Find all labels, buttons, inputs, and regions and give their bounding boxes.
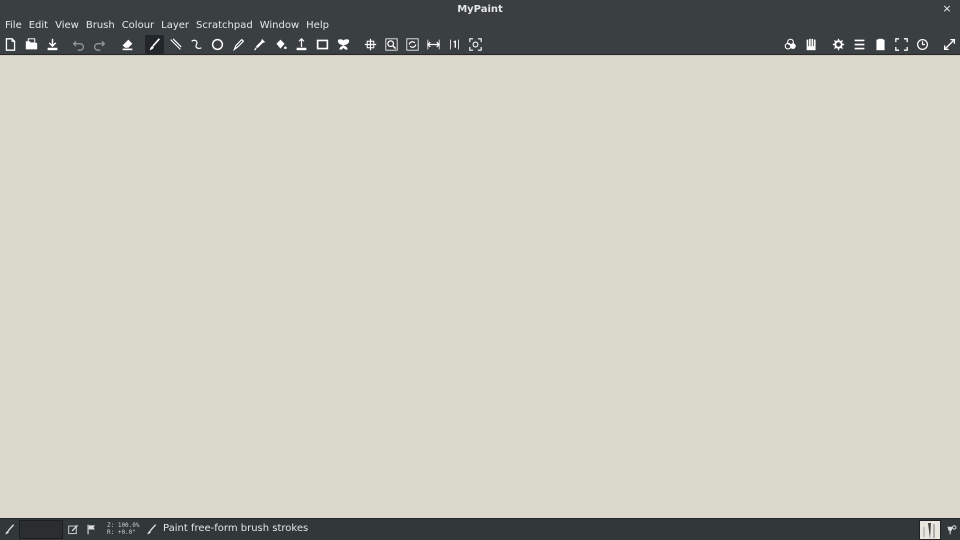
history-icon — [917, 39, 928, 50]
save-document-icon — [47, 38, 58, 51]
symmetry-button[interactable] — [334, 35, 353, 54]
undo-icon — [72, 40, 84, 51]
eraser-icon — [122, 39, 133, 51]
brush-history-icon — [946, 524, 956, 534]
fullscreen-icon — [895, 38, 908, 51]
connected-lines-button[interactable] — [187, 35, 206, 54]
menu-brush[interactable]: Brush — [83, 18, 118, 34]
menu-edit[interactable]: Edit — [26, 18, 51, 34]
rotation-level: R: +0.0° — [107, 529, 136, 536]
menu-layer[interactable]: Layer — [158, 18, 192, 34]
fit-view-button[interactable] — [466, 35, 485, 54]
redo-button[interactable] — [90, 35, 109, 54]
lines-curves-button[interactable] — [166, 35, 185, 54]
menu-colour[interactable]: Colour — [119, 18, 157, 34]
layer-move-button[interactable] — [292, 35, 311, 54]
symmetry-icon — [337, 39, 350, 50]
edit-icon — [67, 524, 78, 534]
pan-view-button[interactable] — [361, 35, 380, 54]
flip-view-button[interactable] — [424, 35, 443, 54]
pencil-brush-icon — [923, 523, 935, 539]
brush-groups-icon — [806, 38, 816, 51]
layer-move-icon — [296, 38, 307, 51]
settings-gear-icon — [832, 38, 845, 51]
scratchpad-icon — [876, 38, 885, 51]
zoom-view-button[interactable] — [382, 35, 401, 54]
flood-fill-button[interactable] — [271, 35, 290, 54]
flip-icon — [427, 39, 440, 50]
fullscreen-button[interactable] — [892, 35, 911, 54]
new-document-button[interactable] — [1, 35, 20, 54]
brush-settings-button[interactable] — [84, 522, 98, 536]
freehand-brush-button[interactable] — [145, 35, 164, 54]
current-brush-button[interactable] — [2, 522, 16, 536]
rotate-view-button[interactable] — [403, 35, 422, 54]
brush-icon — [4, 523, 14, 534]
title-bar: MyPaint × — [0, 0, 960, 18]
status-bar: Z: 100.0% R: +0.0° Paint free-form brush… — [0, 518, 960, 540]
close-button[interactable]: × — [940, 2, 954, 16]
colour-picker-button[interactable] — [250, 35, 269, 54]
flag-icon — [87, 524, 95, 534]
zoom-icon — [385, 38, 398, 51]
expand-button[interactable] — [940, 35, 959, 54]
save-document-button[interactable] — [43, 35, 62, 54]
menu-file[interactable]: File — [2, 18, 25, 34]
edit-brush-button[interactable] — [66, 522, 80, 536]
drawing-canvas[interactable] — [0, 55, 960, 518]
brush-icon — [146, 523, 156, 534]
new-document-icon — [5, 38, 16, 51]
inking-icon — [233, 38, 245, 51]
connected-lines-icon — [191, 39, 202, 49]
status-message: Paint free-form brush strokes — [163, 523, 309, 534]
undo-button[interactable] — [69, 35, 88, 54]
rotate-icon — [406, 38, 419, 51]
colour-palette-button[interactable] — [781, 35, 800, 54]
menu-view[interactable]: View — [52, 18, 82, 34]
expand-icon — [943, 38, 956, 51]
frame-icon — [316, 39, 329, 50]
zoom-level: Z: 100.0% — [107, 522, 140, 529]
freehand-brush-icon — [149, 38, 160, 51]
flood-fill-icon — [276, 39, 287, 50]
lines-curves-icon — [170, 38, 182, 50]
menu-bar: File Edit View Brush Colour Layer Scratc… — [0, 18, 960, 34]
open-document-icon — [25, 38, 38, 50]
menu-window[interactable]: Window — [257, 18, 302, 34]
zoom-rotation-readout: Z: 100.0% R: +0.0° — [107, 522, 140, 536]
scratchpad-button[interactable] — [871, 35, 890, 54]
frame-button[interactable] — [313, 35, 332, 54]
open-document-button[interactable] — [22, 35, 41, 54]
reset-zoom-button[interactable] — [445, 35, 464, 54]
colour-swatch[interactable] — [19, 520, 63, 539]
redo-icon — [94, 40, 106, 51]
colour-palette-icon — [784, 38, 796, 50]
reset-zoom-icon — [450, 39, 459, 50]
active-tool-indicator — [144, 522, 158, 536]
toolbar — [0, 34, 960, 55]
window-title: MyPaint — [457, 3, 503, 15]
ellipse-icon — [211, 38, 224, 51]
fit-view-icon — [469, 38, 482, 51]
menu-scratchpad[interactable]: Scratchpad — [193, 18, 256, 34]
colour-picker-icon — [254, 38, 266, 51]
ellipse-button[interactable] — [208, 35, 227, 54]
main-menu-button[interactable] — [850, 35, 869, 54]
brush-history-button[interactable] — [944, 522, 958, 536]
main-menu-icon — [854, 39, 865, 50]
brush-preview-thumbnail[interactable] — [919, 520, 941, 540]
pan-icon — [364, 38, 377, 51]
menu-help[interactable]: Help — [303, 18, 332, 34]
settings-button[interactable] — [829, 35, 848, 54]
eraser-mode-button[interactable] — [118, 35, 137, 54]
history-button[interactable] — [913, 35, 932, 54]
inking-button[interactable] — [229, 35, 248, 54]
brush-groups-button[interactable] — [802, 35, 821, 54]
